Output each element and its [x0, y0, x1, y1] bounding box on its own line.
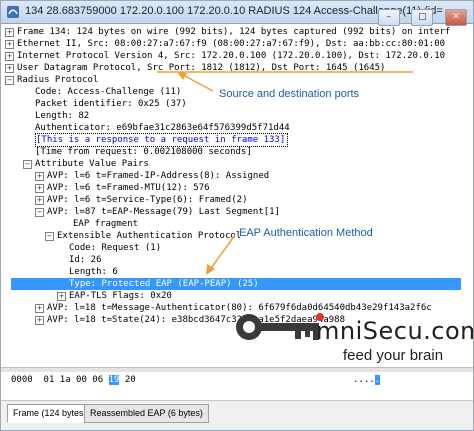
ascii-row[interactable]: ..... [353, 374, 381, 386]
hex-offset: 0000 [11, 375, 33, 385]
close-button[interactable]: ✕ [445, 9, 467, 26]
logo-text: mniSecu.com [316, 317, 474, 345]
minimize-button[interactable]: – [377, 9, 400, 26]
window-controls: – □ ✕ [376, 4, 467, 26]
ascii-selected[interactable]: . [374, 375, 381, 385]
hex-bytes-before: 01 1a 00 06 [43, 375, 104, 385]
omnisecu-logo: mniSecu.com feed your brain [233, 297, 473, 369]
hex-bytes-after: 20 [124, 375, 136, 385]
logo-tagline: feed your brain [343, 347, 444, 364]
title-bar[interactable]: 134 28.683759000 172.20.0.100 172.20.0.1… [1, 1, 473, 26]
tab-frame-bytes[interactable]: Frame (124 bytes) [7, 404, 93, 423]
tab-reassembled-eap[interactable]: Reassembled EAP (6 bytes) [84, 404, 209, 423]
wireshark-app-icon [7, 6, 19, 18]
packet-bytes-pane[interactable]: 0000 01 1a 00 06 19 20 ..... [1, 372, 473, 400]
annotation-eap-method: EAP Authentication Method [239, 227, 373, 239]
maximize-button[interactable]: □ [411, 9, 434, 26]
key-icon [236, 314, 319, 340]
bytes-tab-bar: Frame (124 bytes) Reassembled EAP (6 byt… [1, 400, 473, 430]
eap-arrow-line [208, 234, 236, 272]
hex-row[interactable]: 0000 01 1a 00 06 19 20 [11, 374, 136, 386]
annotation-ports: Source and destination ports [219, 88, 360, 100]
hex-selected-byte[interactable]: 19 [108, 375, 120, 385]
ports-arrow-line [180, 73, 214, 92]
wireshark-packet-window: 134 28.683759000 172.20.0.100 172.20.0.1… [0, 0, 474, 431]
ascii-before: .... [353, 375, 375, 385]
